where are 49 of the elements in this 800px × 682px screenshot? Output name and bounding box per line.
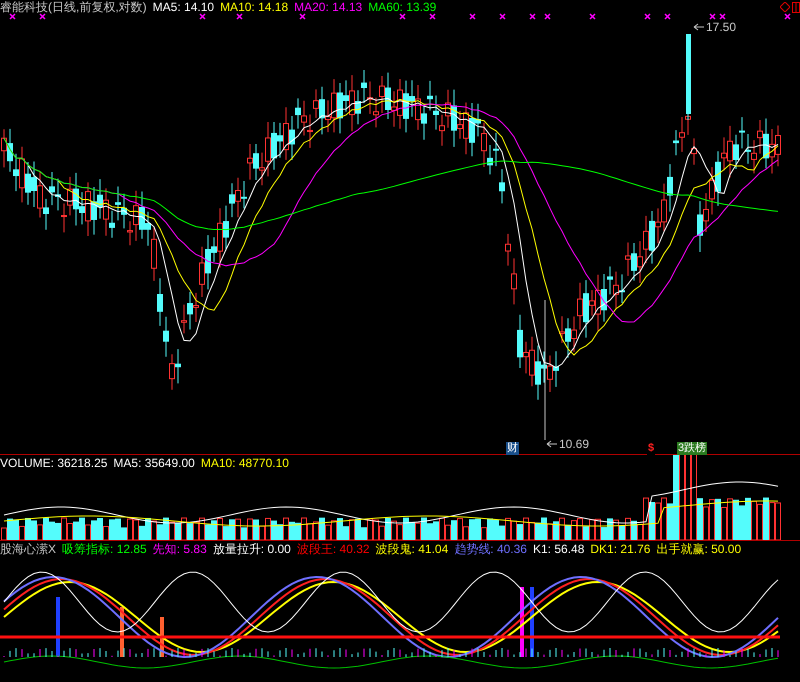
x-mark-icon xyxy=(199,13,206,20)
indicator-reading: 波段鬼: 41.04 xyxy=(376,542,448,556)
chart-title: 睿能科技(日线,前复权,对数) xyxy=(0,0,147,14)
ma-reading: MA60: 13.39 xyxy=(368,0,436,14)
indicator-reading: 吸筹指标: 12.85 xyxy=(62,542,147,556)
x-mark-icon xyxy=(589,13,596,20)
indicator-reading: K1: 56.48 xyxy=(532,542,584,556)
signal-bar xyxy=(520,587,524,657)
ma-reading: MA10: 14.18 xyxy=(220,0,288,14)
volume-reading: VOLUME: 36218.25 xyxy=(0,456,108,470)
x-mark-icon xyxy=(529,13,536,20)
indicator-reading: 出手就赢: 50.00 xyxy=(656,542,742,556)
event-badge: $ xyxy=(647,442,656,455)
volume-reading: MA5: 35649.00 xyxy=(113,456,195,470)
x-mark-icon xyxy=(644,13,651,20)
signal-bar xyxy=(56,597,60,657)
x-mark-icon xyxy=(544,13,551,20)
low-price-label: 10.69 xyxy=(559,437,590,451)
indicator-reading: DK1: 21.76 xyxy=(590,542,650,556)
event-badge: 财 xyxy=(506,442,519,455)
x-mark-icon xyxy=(709,13,716,20)
x-mark-icon xyxy=(784,13,791,20)
indicator-reading: 先知: 5.83 xyxy=(152,542,207,556)
event-badge: 3跌榜 xyxy=(677,442,708,455)
arrow-icon xyxy=(546,440,558,448)
ma-reading: MA5: 14.10 xyxy=(152,0,214,14)
signal-bar xyxy=(120,607,124,657)
indicator-reading: 放量拉升: 0.00 xyxy=(212,542,291,556)
x-mark-icon xyxy=(499,13,506,20)
panel-icon[interactable] xyxy=(792,2,800,13)
x-mark-icon xyxy=(39,13,46,20)
x-mark-icon xyxy=(429,13,436,20)
x-mark-icon xyxy=(664,13,671,20)
indicator-reading: 波段王: 40.32 xyxy=(296,542,370,556)
ma-reading: MA20: 14.13 xyxy=(294,0,362,14)
indicator-title: 股海心潆X xyxy=(0,542,56,556)
x-mark-icon xyxy=(719,13,726,20)
volume-reading: MA10: 48770.10 xyxy=(200,456,289,470)
x-mark-icon xyxy=(236,13,243,20)
indicator-reading: 趋势线: 40.36 xyxy=(454,542,527,556)
signal-bar xyxy=(160,617,164,657)
signal-bar xyxy=(530,587,534,657)
x-mark-icon xyxy=(299,13,306,20)
high-price-label: 17.50 xyxy=(706,20,736,34)
arrow-icon xyxy=(694,24,704,30)
x-mark-icon xyxy=(9,13,16,20)
x-mark-icon xyxy=(399,13,406,20)
diamond-icon[interactable] xyxy=(780,2,790,12)
x-mark-icon xyxy=(469,13,476,20)
